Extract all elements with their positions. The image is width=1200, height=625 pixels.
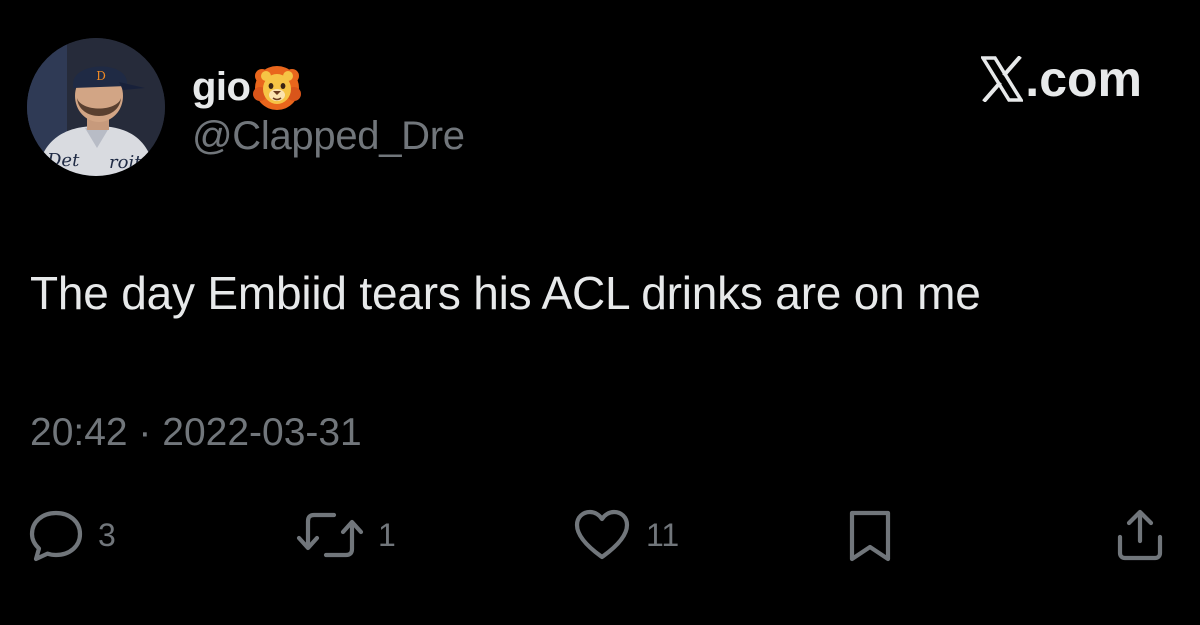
- retweet-count: 1: [378, 516, 396, 553]
- author-handle[interactable]: @Clapped_Dre: [192, 114, 465, 159]
- author-name-row: gio: [192, 62, 302, 112]
- svg-text:D: D: [96, 69, 106, 83]
- bookmark-button[interactable]: [846, 505, 894, 565]
- svg-text:roit: roit: [109, 152, 142, 173]
- lion-emoji-icon: [253, 66, 302, 110]
- reply-count: 3: [98, 516, 116, 553]
- heart-icon: [574, 509, 630, 560]
- avatar-photo: D Det roit: [27, 38, 165, 176]
- retweet-button[interactable]: 1: [296, 505, 396, 565]
- share-button[interactable]: [1112, 505, 1168, 565]
- tweet-text: The day Embiid tears his ACL drinks are …: [30, 267, 981, 319]
- brand-watermark: .com: [981, 50, 1142, 108]
- bookmark-icon: [849, 510, 891, 562]
- reply-icon: [29, 510, 83, 562]
- tweet-card: D Det roit gio @Clapped_Dre .com The day…: [0, 0, 1200, 625]
- like-count: 11: [646, 516, 680, 553]
- reply-button[interactable]: 3: [28, 505, 116, 565]
- brand-label: .com: [1025, 51, 1142, 107]
- avatar[interactable]: D Det roit: [27, 38, 165, 176]
- retweet-icon: [296, 512, 364, 558]
- display-name[interactable]: gio: [192, 65, 251, 110]
- share-icon: [1117, 509, 1163, 561]
- like-button[interactable]: 11: [572, 505, 679, 565]
- x-logo-icon: [981, 56, 1024, 102]
- tweet-timestamp[interactable]: 20:42 · 2022-03-31: [30, 411, 362, 455]
- svg-text:Det: Det: [46, 150, 80, 171]
- action-bar: 3 1 11: [0, 505, 1200, 565]
